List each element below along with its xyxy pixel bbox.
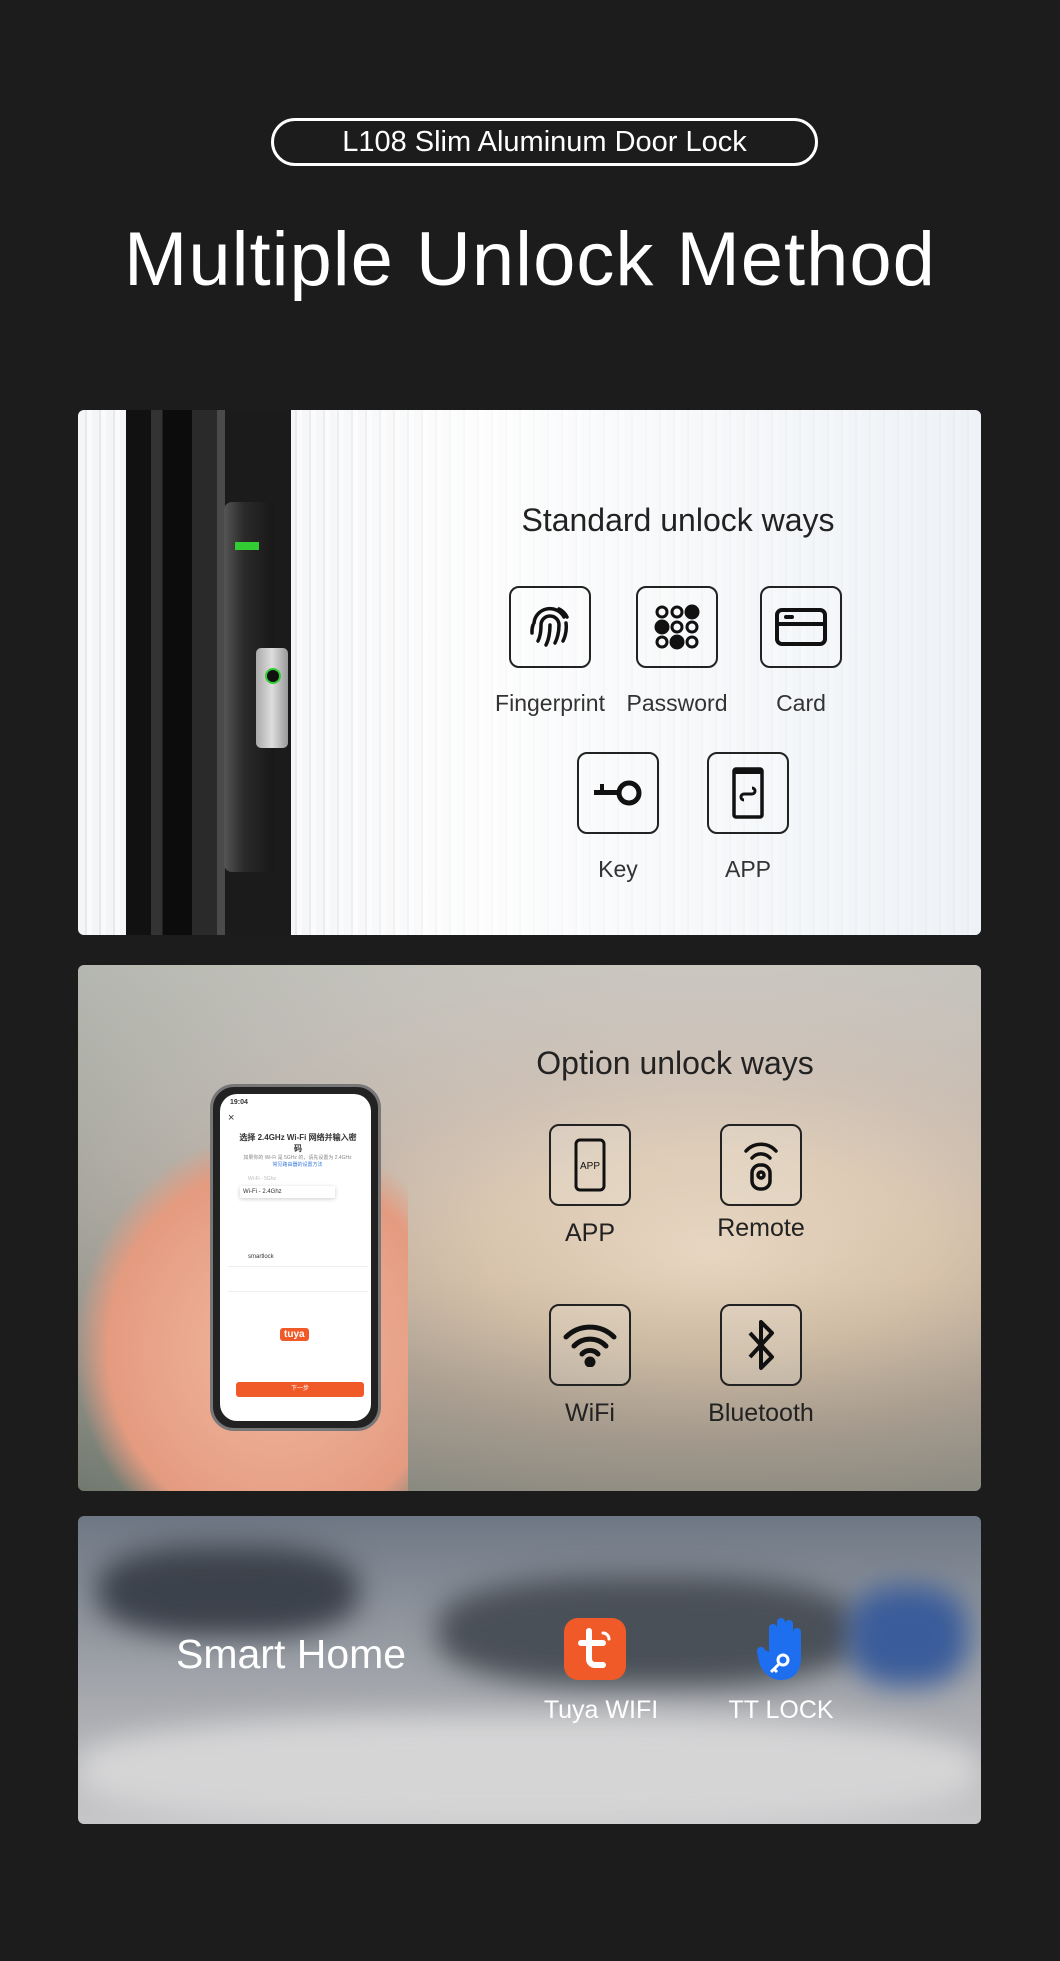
fingerprint-icon (509, 586, 591, 668)
remote-icon (720, 1124, 802, 1206)
smart-home-panel: Smart Home Tuya WIFI TT LOCK (78, 1516, 981, 1824)
phone-title: 选择 2.4GHz Wi-Fi 网络并输入密码 (239, 1133, 357, 1153)
standard-heading: Standard unlock ways (521, 502, 835, 538)
card-label: Card (776, 690, 826, 716)
ttlock-label: TT LOCK (728, 1696, 834, 1724)
option-unlock-panel: 19:04 × 选择 2.4GHz Wi-Fi 网络并输入密码 如果你的 Wi-… (78, 965, 981, 1491)
bluetooth-icon (720, 1304, 802, 1386)
wifi-icon (549, 1304, 631, 1386)
close-icon: × (228, 1112, 235, 1124)
phone-next-button: 下一步 (236, 1382, 364, 1397)
phone-app-icon (707, 752, 789, 834)
remote-label: Remote (717, 1214, 805, 1242)
bluetooth-label: Bluetooth (708, 1399, 814, 1427)
tuya-icon (564, 1618, 626, 1680)
lock-status-light (238, 545, 256, 547)
lock-handle (256, 648, 288, 748)
fingerprint-label: Fingerprint (495, 690, 605, 716)
option-heading: Option unlock ways (536, 1045, 814, 1081)
smart-home-heading: Smart Home (176, 1631, 407, 1677)
phone-wifi-5g: Wi-Fi - 5Ghz (248, 1176, 277, 1182)
phone-link: 常见路由器的设置方法 (272, 1162, 323, 1168)
standard-unlock-panel: Standard unlock ways Fingerprint Passwor… (78, 410, 981, 935)
phone-image: 19:04 × 选择 2.4GHz Wi-Fi 网络并输入密码 如果你的 Wi-… (210, 1084, 381, 1431)
product-badge: L108 Slim Aluminum Door Lock (271, 118, 818, 166)
key-label: Key (598, 856, 638, 882)
keypad-icon (636, 586, 718, 668)
app-option-label: APP (564, 1219, 616, 1247)
card-icon (760, 586, 842, 668)
phone-subtitle: 如果你的 Wi-Fi 是 5GHz 的，请先设置为 2.4GHz (243, 1155, 352, 1161)
phone-wifi-24: Wi-Fi - 2.4Ghz (240, 1186, 335, 1198)
page-title: Multiple Unlock Method (124, 217, 936, 302)
wifi-label: WiFi (565, 1399, 615, 1427)
ttlock-hand-icon (755, 1616, 815, 1682)
app-label: APP (724, 856, 772, 882)
tuya-label: Tuya WIFI (543, 1696, 659, 1724)
lock-fingerprint-sensor (265, 668, 281, 684)
tuya-logo: tuya (280, 1328, 309, 1341)
app-icon: APP (549, 1124, 631, 1206)
phone-ssid: smartlock (248, 1254, 274, 1260)
key-icon (577, 752, 659, 834)
phone-time: 19:04 (230, 1099, 248, 1106)
svg-text:APP: APP (580, 1161, 600, 1172)
password-label: Password (626, 690, 728, 716)
